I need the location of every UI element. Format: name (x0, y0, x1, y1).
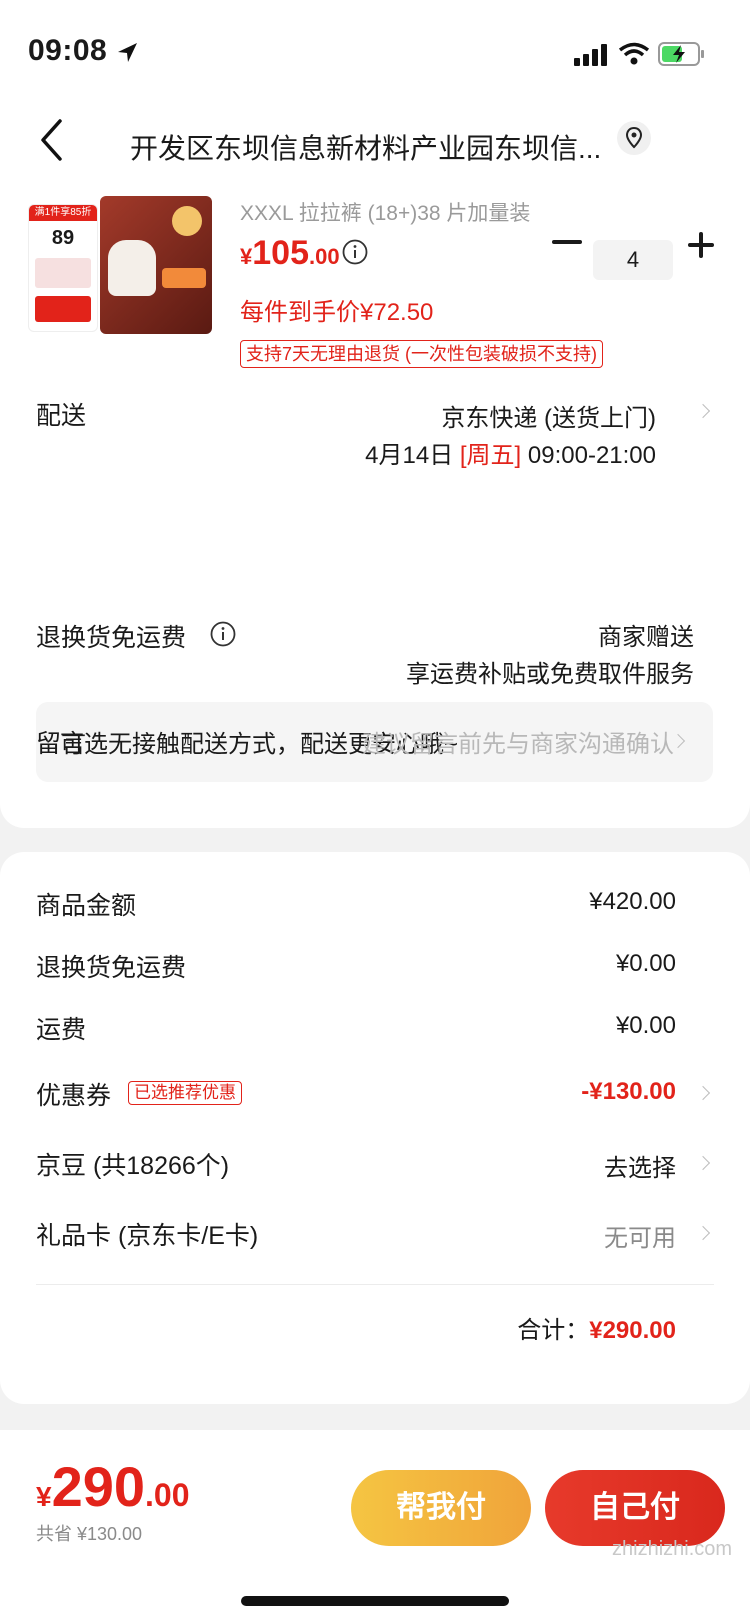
return-fee-value: ¥0.00 (615, 950, 676, 977)
back-icon[interactable] (38, 118, 64, 162)
gift-card-chevron-icon[interactable] (695, 1225, 711, 1241)
coupon-tag: 已选推荐优惠 (128, 1081, 242, 1105)
gift-card-value[interactable]: 无可用 (604, 1218, 676, 1253)
status-time: 09:08 (28, 34, 108, 67)
return-shipping-sub: 享运费补贴或免费取件服务 (406, 661, 694, 688)
delivery-method[interactable]: 京东快递 (送货上门) (441, 398, 656, 433)
saved-amount: 共省 ¥130.00 (36, 1524, 143, 1544)
coupon-value[interactable]: -¥130.00 (581, 1078, 676, 1106)
wifi-icon (618, 42, 650, 65)
return-fee-label: 退换货免运费 (36, 954, 187, 982)
coupon-chevron-icon[interactable] (695, 1085, 711, 1101)
product-image[interactable]: 满1件享85折 89 (28, 190, 214, 342)
message-label: 留言 (36, 730, 87, 758)
gift-card-label: 礼品卡 (京东卡/E卡) (36, 1222, 259, 1250)
signal-icon (574, 44, 607, 66)
beans-chevron-icon[interactable] (695, 1155, 711, 1171)
pay-myself-button[interactable]: 自己付 (545, 1470, 725, 1546)
quantity-input[interactable]: 4 (593, 240, 673, 280)
thumb-price: 89 (51, 227, 75, 249)
status-bar: 09:08 (0, 0, 750, 100)
delivery-date[interactable]: 4月14日 [周五] 09:00-21:00 (365, 435, 656, 470)
totals-card: 商品金额 ¥420.00 退换货免运费 ¥0.00 运费 ¥0.00 优惠券 已… (0, 852, 750, 1404)
goods-amount-value: ¥420.00 (589, 888, 676, 915)
product-box (100, 196, 212, 334)
coupon-label: 优惠券 (36, 1082, 112, 1110)
thumb-badge: 满1件享85折 (29, 205, 97, 221)
shipping-fee-value: ¥0.00 (615, 1012, 676, 1039)
battery-icon (658, 42, 704, 66)
product-price: ¥105.00 (240, 234, 340, 272)
delivery-label: 配送 (36, 402, 87, 430)
watermark: zhizhizhi.com (612, 1538, 733, 1560)
product-sku: XXXL 拉拉裤 (18+)38 片加量装 (240, 202, 531, 225)
price-info-icon[interactable] (342, 239, 368, 265)
beans-label: 京豆 (共18266个) (36, 1152, 230, 1180)
unit-price: 每件到手价¥72.50 (240, 299, 434, 326)
address-title[interactable]: 开发区东坝信息新材料产业园东坝信... (130, 127, 620, 167)
return-shipping-label: 退换货免运费 (36, 624, 187, 652)
goods-amount-label: 商品金额 (36, 892, 137, 920)
delivery-chevron-icon[interactable] (695, 403, 711, 419)
shipping-fee-label: 运费 (36, 1016, 87, 1044)
return-shipping-info-icon[interactable] (210, 621, 236, 647)
return-policy-badge: 支持7天无理由退货 (一次性包装破损不支持) (240, 340, 603, 368)
message-input[interactable]: 建议留言前先与商家沟通确认 (362, 724, 674, 759)
quantity-increase-button[interactable] (688, 232, 714, 258)
quantity-decrease-button[interactable] (552, 240, 582, 244)
order-total: 合计：¥290.00 (517, 1317, 676, 1344)
divider (36, 1284, 714, 1285)
home-indicator[interactable] (241, 1596, 509, 1606)
bottom-pay-bar: ¥290.00 共省 ¥130.00 帮我付 自己付 zhizhizhi.com (0, 1430, 750, 1624)
pay-total: ¥290.00 (36, 1455, 190, 1518)
beans-select[interactable]: 去选择 (604, 1148, 676, 1183)
location-pin-icon[interactable] (616, 120, 652, 156)
return-shipping-value: 商家赠送 (598, 624, 694, 651)
help-me-pay-button[interactable]: 帮我付 (351, 1470, 531, 1546)
order-card: 满1件享85折 89 XXXL 拉拉裤 (18+)38 片加量装 ¥105.00… (0, 190, 750, 828)
location-arrow-icon (118, 43, 137, 62)
nav-bar: 开发区东坝信息新材料产业园东坝信... (0, 100, 750, 190)
